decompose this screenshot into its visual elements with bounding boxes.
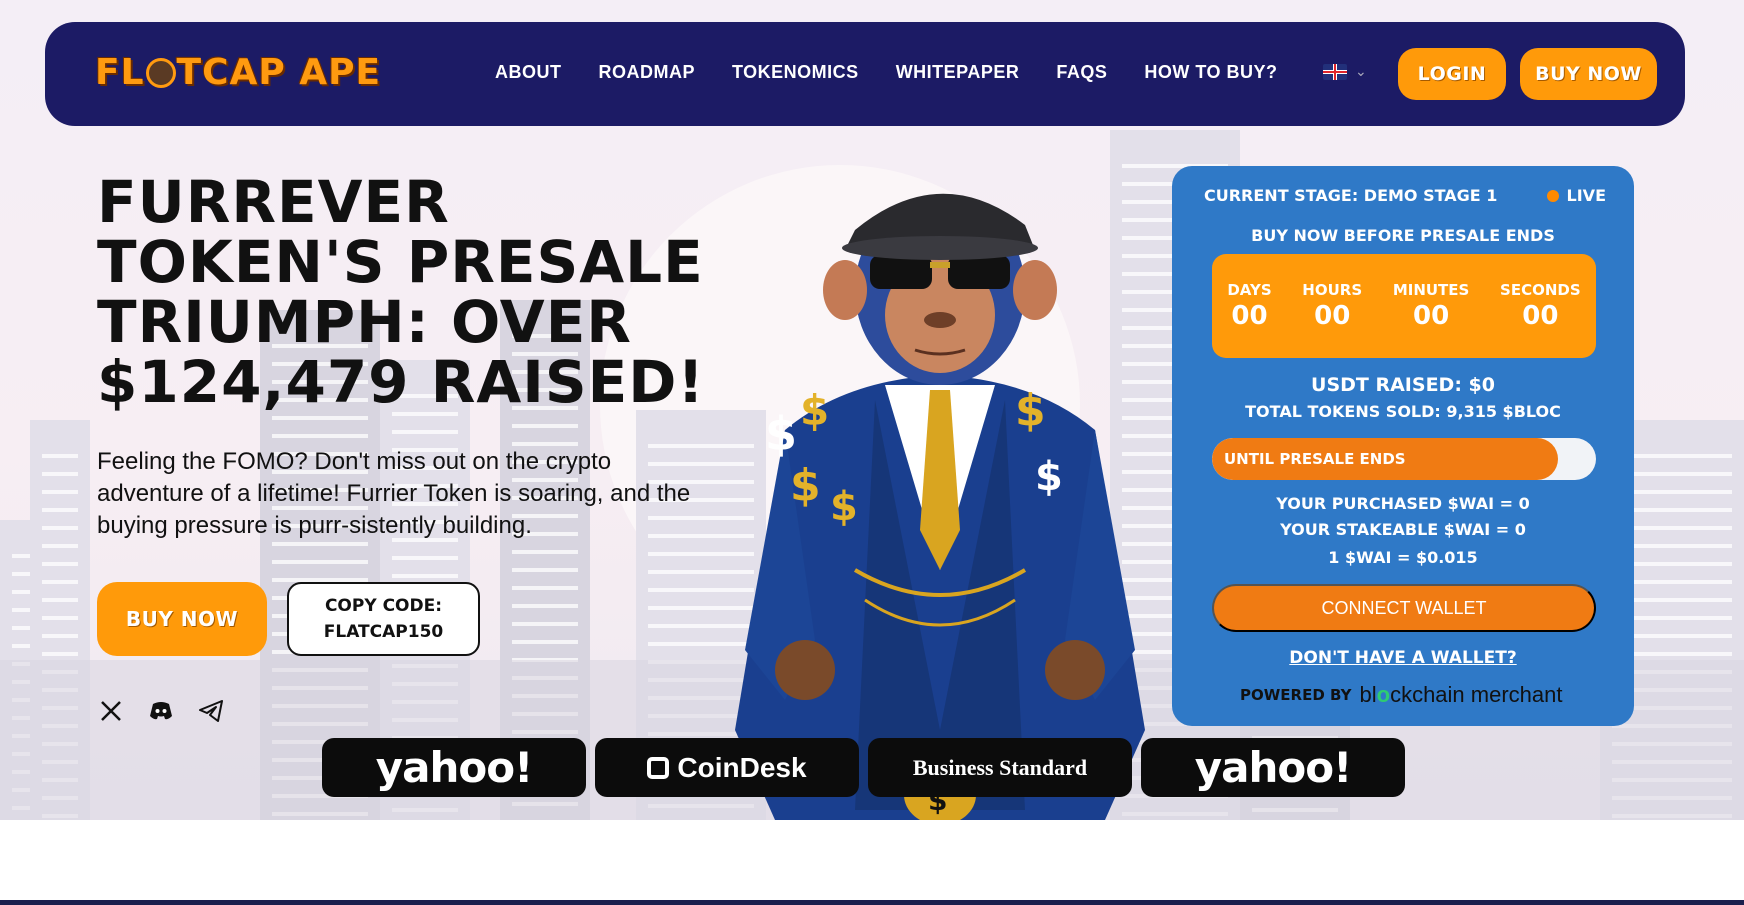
no-wallet-link[interactable]: DON'T HAVE A WALLET? xyxy=(1172,648,1634,668)
nav-whitepaper[interactable]: WHITEPAPER xyxy=(896,62,1020,83)
countdown-timer: DAYS 00 HOURS 00 MINUTES 00 SECONDS 00 xyxy=(1212,254,1596,358)
coindesk-label: CoinDesk xyxy=(677,751,807,783)
purchased-wai: YOUR PURCHASED $WAI = 0 xyxy=(1276,494,1530,513)
nav-tokenomics[interactable]: TOKENOMICS xyxy=(732,62,859,83)
hero-headline: FURREVER TOKEN'S PRESALE TRIUMPH: OVER $… xyxy=(97,168,705,416)
top-navbar: FL TCAP APE ABOUT ROADMAP TOKENOMICS WHIT… xyxy=(45,22,1685,126)
ape-logo-icon xyxy=(145,58,176,88)
press-logo-coindesk[interactable]: CoinDesk xyxy=(595,738,859,797)
days-value: 00 xyxy=(1231,301,1268,331)
hero-subtext: Feeling the FOMO? Don't miss out on the … xyxy=(97,448,691,539)
nav-faqs[interactable]: FAQS xyxy=(1056,62,1107,83)
page-footer-space xyxy=(0,820,1744,900)
countdown-seconds: SECONDS 00 xyxy=(1500,281,1581,331)
live-dot-icon xyxy=(1546,189,1559,202)
svg-text:$: $ xyxy=(765,407,797,461)
seconds-label: SECONDS xyxy=(1500,281,1581,299)
uk-flag-icon xyxy=(1323,64,1347,80)
login-button[interactable]: LOGIN xyxy=(1398,48,1506,100)
chevron-down-icon: ⌄ xyxy=(1355,64,1367,80)
language-selector[interactable]: ⌄ xyxy=(1323,64,1367,80)
svg-text:$: $ xyxy=(1035,454,1063,500)
buy-now-nav-button[interactable]: BUY NOW xyxy=(1520,48,1657,100)
days-label: DAYS xyxy=(1227,281,1272,299)
nav-how-to-buy[interactable]: HOW TO BUY? xyxy=(1144,62,1277,83)
flatcap-ape-logo[interactable]: FL TCAP APE xyxy=(95,52,381,93)
svg-text:$: $ xyxy=(800,386,829,435)
x-icon[interactable] xyxy=(97,697,125,725)
tokens-sold: TOTAL TOKENS SOLD: 9,315 $BLOC xyxy=(1245,402,1561,421)
connect-wallet-button[interactable]: CONNECT WALLET xyxy=(1212,584,1596,632)
promo-code: FLATCAP150 xyxy=(323,622,444,642)
powered-by: POWERED BY blockchain merchant xyxy=(1240,682,1562,708)
seconds-value: 00 xyxy=(1522,301,1559,331)
hours-label: HOURS xyxy=(1302,281,1363,299)
coindesk-icon xyxy=(647,756,670,779)
social-links xyxy=(97,697,225,725)
live-label: LIVE xyxy=(1566,186,1606,205)
presale-card: CURRENT STAGE: DEMO STAGE 1 LIVE BUY NOW… xyxy=(1172,166,1634,726)
ape-mascot-illustration: $ $ $ $ $ $ $ xyxy=(735,193,1145,820)
blockchain-merchant-logo[interactable]: blockchain merchant xyxy=(1359,682,1562,708)
svg-text:$: $ xyxy=(1015,385,1046,436)
buy-now-hero-button[interactable]: BUY NOW xyxy=(97,582,267,656)
copy-code-button[interactable]: COPY CODE: FLATCAP150 xyxy=(287,582,480,656)
minutes-value: 00 xyxy=(1412,301,1450,331)
svg-text:$: $ xyxy=(790,460,821,511)
countdown-minutes: MINUTES 00 xyxy=(1393,281,1470,331)
live-indicator: LIVE xyxy=(1546,186,1606,205)
footer-divider xyxy=(0,900,1744,905)
current-stage: CURRENT STAGE: DEMO STAGE 1 xyxy=(1204,186,1498,205)
copy-code-label: COPY CODE: xyxy=(324,596,443,616)
countdown-hours: HOURS 00 xyxy=(1302,281,1362,331)
buy-before-text: BUY NOW BEFORE PRESALE ENDS xyxy=(1251,226,1555,245)
press-logo-yahoo-2[interactable]: yahoo! xyxy=(1141,738,1405,797)
press-logo-yahoo[interactable]: yahoo! xyxy=(322,738,586,797)
wai-rate: 1 $WAI = $0.015 xyxy=(1328,548,1478,567)
svg-text:$: $ xyxy=(830,484,858,530)
discord-icon[interactable] xyxy=(147,697,175,725)
press-logo-business-standard[interactable]: Business Standard xyxy=(868,738,1132,797)
nav-links: ABOUT ROADMAP TOKENOMICS WHITEPAPER FAQS… xyxy=(495,62,1278,83)
minutes-label: MINUTES xyxy=(1392,281,1470,299)
countdown-days: DAYS 00 xyxy=(1227,281,1271,331)
progress-label: UNTIL PRESALE ENDS xyxy=(1224,450,1406,468)
powered-by-label: POWERED BY xyxy=(1240,686,1352,704)
nav-about[interactable]: ABOUT xyxy=(495,62,562,83)
stakeable-wai: YOUR STAKEABLE $WAI = 0 xyxy=(1280,520,1526,539)
usdt-raised: USDT RAISED: $0 xyxy=(1311,374,1495,396)
hours-value: 00 xyxy=(1314,301,1351,331)
presale-progress-bar: UNTIL PRESALE ENDS xyxy=(1212,438,1596,480)
telegram-icon[interactable] xyxy=(197,697,225,725)
nav-roadmap[interactable]: ROADMAP xyxy=(599,62,696,83)
